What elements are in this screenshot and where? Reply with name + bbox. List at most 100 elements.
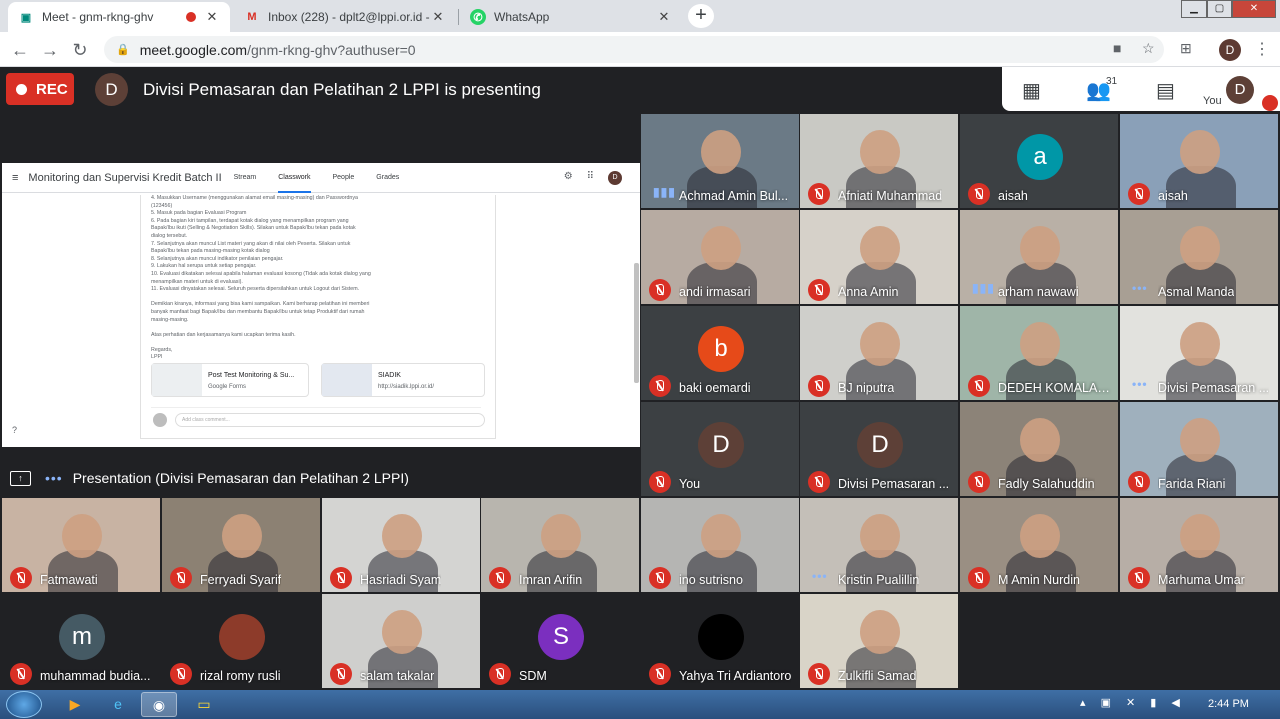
participant-tile[interactable]: Hasriadi Syam: [322, 498, 480, 592]
tab-classwork[interactable]: Classwork: [278, 163, 311, 193]
participant-name: Asmal Manda: [1158, 285, 1235, 299]
participant-tile[interactable]: D You: [641, 402, 799, 496]
participant-tile[interactable]: b baki oemardi: [641, 306, 799, 400]
mic-off-icon: [649, 279, 671, 301]
participant-tile[interactable]: ••• Asmal Manda: [1120, 210, 1278, 304]
participant-tile[interactable]: Yahya Tri Ardiantoro: [641, 594, 799, 688]
participant-tile[interactable]: Anna Amin: [800, 210, 958, 304]
tab-people[interactable]: People: [333, 163, 355, 193]
post-line: 8. Selanjutnya akan muncul indikator pen…: [151, 255, 284, 262]
participant-tile[interactable]: M Amin Nurdin: [960, 498, 1118, 592]
tab-meet[interactable]: ▣ Meet - gnm-rkng-ghv ✕: [8, 2, 230, 32]
participant-tile[interactable]: DEDEH KOMALAS...: [960, 306, 1118, 400]
reload-icon[interactable]: ↻: [69, 39, 91, 61]
comment-input[interactable]: Add class comment...: [175, 413, 485, 427]
participant-tile[interactable]: BJ niputra: [800, 306, 958, 400]
participant-tile[interactable]: Fadly Salahuddin: [960, 402, 1118, 496]
participant-tile[interactable]: ▮▮▮ arham nawawi: [960, 210, 1118, 304]
participant-name: rizal romy rusli: [200, 669, 281, 683]
participant-name: Ferryadi Syarif: [200, 573, 282, 587]
present-icon[interactable]: ↑: [10, 470, 31, 486]
post-line: Bapak/Ibu tekan pada masing-masing kotak…: [151, 248, 270, 255]
participant-name: M Amin Nurdin: [998, 573, 1080, 587]
participant-avatar: m: [59, 614, 105, 660]
settings-icon[interactable]: ⚙: [564, 171, 573, 185]
post-line: Regards,: [151, 346, 173, 353]
tab-separator: [458, 9, 459, 25]
participant-face: [62, 514, 102, 558]
participant-tile[interactable]: rizal romy rusli: [162, 594, 320, 688]
mic-off-icon: [968, 471, 990, 493]
participant-face: [382, 610, 422, 654]
chat-icon[interactable]: ▤: [1156, 78, 1175, 103]
menu-icon[interactable]: ⋮: [1254, 39, 1270, 59]
participant-tile[interactable]: andi irmasari: [641, 210, 799, 304]
back-icon[interactable]: ←: [9, 39, 31, 61]
participant-tile[interactable]: Zulkifli Samad: [800, 594, 958, 688]
attachment-thumbnail: [322, 364, 372, 396]
participant-tile[interactable]: S SDM: [481, 594, 639, 688]
avatar: [153, 413, 167, 427]
participant-name: Divisi Pemasaran ...: [1158, 381, 1270, 395]
mic-off-icon: [1128, 183, 1150, 205]
post-line: [151, 294, 401, 302]
participant-tile[interactable]: aisah: [1120, 114, 1278, 208]
participant-tile[interactable]: Farida Riani: [1120, 402, 1278, 496]
classroom-avatar[interactable]: D: [608, 171, 622, 185]
participant-tile[interactable]: a aisah: [960, 114, 1118, 208]
participant-face: [860, 514, 900, 558]
participant-tile[interactable]: salam takalar: [322, 594, 480, 688]
participant-tile[interactable]: m muhammad budia...: [2, 594, 160, 688]
participant-tile[interactable]: Ferryadi Syarif: [162, 498, 320, 592]
mic-off-icon: [1262, 95, 1278, 111]
participant-tile[interactable]: ••• Kristin Pualillin: [800, 498, 958, 592]
media-player-icon[interactable]: ▶: [57, 692, 93, 717]
profile-avatar[interactable]: D: [1219, 39, 1241, 61]
scrollbar[interactable]: [634, 263, 639, 383]
attachment-card[interactable]: Post Test Monitoring & Su... Google Form…: [151, 363, 309, 397]
url-field[interactable]: 🔒 meet.google.com /gnm-rkng-ghv?authuser…: [104, 36, 1164, 63]
participant-tile[interactable]: Afniati Muhammad: [800, 114, 958, 208]
help-icon[interactable]: ?: [12, 425, 17, 435]
new-tab-button[interactable]: +: [688, 4, 714, 28]
minimize-button[interactable]: ▁: [1181, 0, 1207, 18]
participant-tile[interactable]: ••• Divisi Pemasaran ...: [1120, 306, 1278, 400]
tab-whatsapp[interactable]: ✆ WhatsApp ✕: [460, 2, 682, 32]
participant-tile[interactable]: ino sutrisno: [641, 498, 799, 592]
forward-icon[interactable]: →: [39, 39, 61, 61]
audio-indicator-icon: •••: [45, 470, 63, 486]
close-icon[interactable]: ✕: [656, 9, 672, 25]
menu-icon[interactable]: ≡: [12, 172, 18, 184]
tab-stream[interactable]: Stream: [234, 163, 257, 193]
participant-tile[interactable]: Fatmawati: [2, 498, 160, 592]
post-body: 4. Masukkan Username (menggunakan alamat…: [151, 195, 401, 362]
attachment-card[interactable]: SIADIK http://siadik.lppi.or.id/: [321, 363, 485, 397]
ie-icon[interactable]: e: [100, 692, 136, 717]
participant-tile[interactable]: ▮▮▮ Achmad Amin Bul...: [641, 114, 799, 208]
folder-icon[interactable]: ▭: [186, 692, 222, 717]
extensions-icon[interactable]: ⊞: [1180, 40, 1192, 57]
window-close-button[interactable]: ✕: [1232, 0, 1276, 18]
mic-off-icon: [10, 663, 32, 685]
participant-name: arham nawawi: [998, 285, 1079, 299]
close-icon[interactable]: ✕: [430, 9, 446, 25]
participant-face: [1020, 226, 1060, 270]
tab-gmail[interactable]: M Inbox (228) - dplt2@lppi.or.id - L ✕: [234, 2, 456, 32]
grid-layout-icon[interactable]: ▦: [1022, 78, 1041, 103]
participant-name: salam takalar: [360, 669, 435, 683]
participant-tile[interactable]: Marhuma Umar: [1120, 498, 1278, 592]
star-icon[interactable]: ☆: [1142, 40, 1155, 57]
chrome-icon[interactable]: ◉: [141, 692, 177, 717]
apps-icon[interactable]: ⠿: [587, 171, 594, 185]
maximize-button[interactable]: ▢: [1207, 0, 1232, 18]
start-button[interactable]: [6, 691, 42, 718]
post-line: 6. Pada bagian kiri tampilan, terdapat k…: [151, 217, 349, 224]
participant-avatar: a: [1017, 134, 1063, 180]
close-icon[interactable]: ✕: [204, 9, 220, 25]
tab-grades[interactable]: Grades: [376, 163, 399, 193]
camera-icon[interactable]: ■: [1113, 40, 1121, 56]
system-tray[interactable]: ▴ ▣ ✕ ▮ ◀: [1080, 696, 1186, 709]
participant-tile[interactable]: D Divisi Pemasaran ...: [800, 402, 958, 496]
participant-tile[interactable]: Imran Arifin: [481, 498, 639, 592]
participant-face: [1180, 226, 1220, 270]
